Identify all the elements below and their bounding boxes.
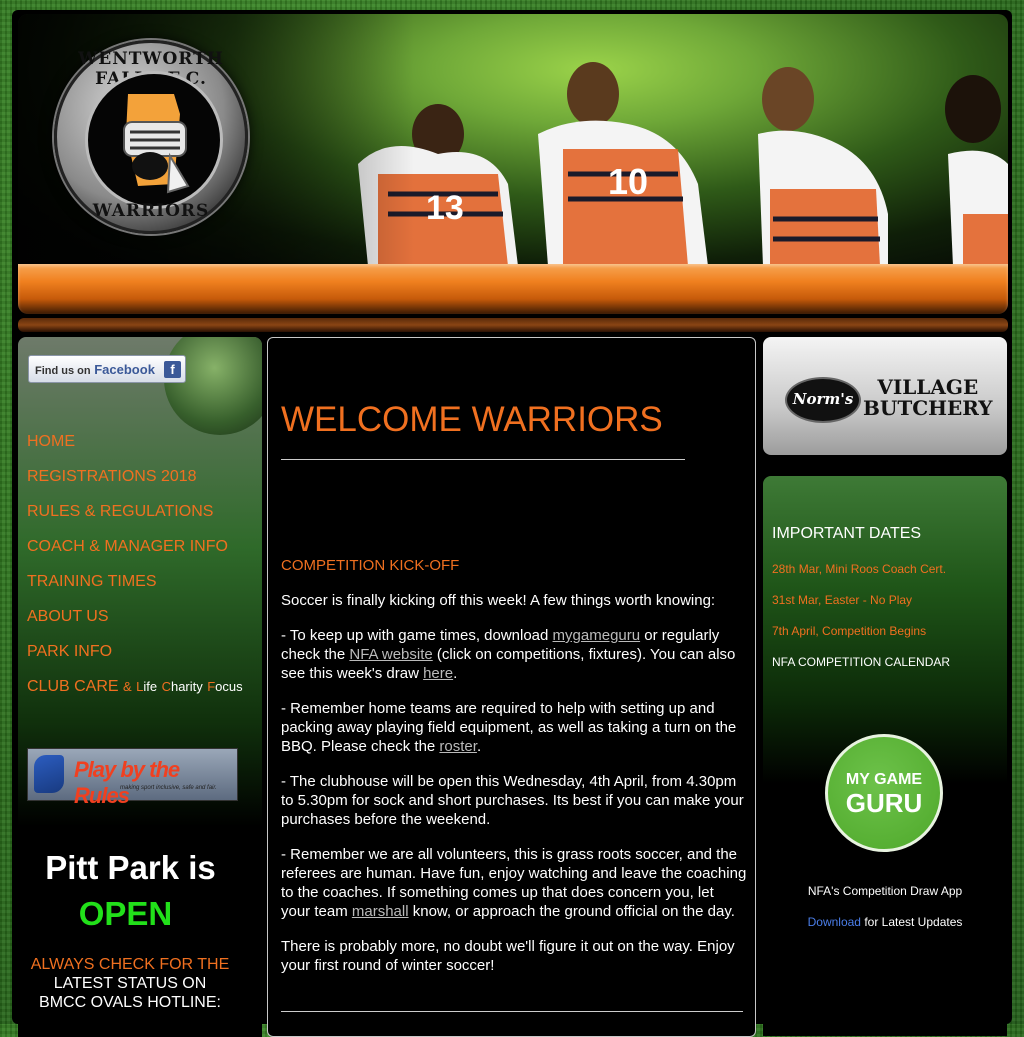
club-care-f: F [207,679,216,694]
play-by-the-rules-banner[interactable]: Play by the Rules making sport inclusive… [27,748,238,808]
nav-about[interactable]: ABOUT US [27,606,243,641]
club-care-c: C [161,679,171,694]
logo-inner [85,71,223,209]
app-description: NFA's Competition Draw App [807,884,963,898]
roster-link[interactable]: roster [439,738,477,755]
p3-text-b: . [476,738,482,755]
header-banner: 13 10 WENTWORTH FALLS F.C. [18,14,1008,266]
hotline-line-3: BMCC OVALS HOTLINE: [39,994,221,1011]
download-line: Download for Latest Updates [763,915,1007,929]
mygameguru-link[interactable]: mygameguru [553,627,641,644]
content-bottom-divider [281,1011,743,1012]
village-butchery-text: VILLAGE BUTCHERY [863,377,993,419]
sponsor-village: VILLAGE [877,375,979,399]
header-brown-bar [18,318,1008,332]
nav-coach-manager[interactable]: COACH & MANAGER INFO [27,536,243,571]
hotline-line-2: LATEST STATUS ON [53,975,207,992]
p5-text-b: know, or approach the ground official on… [408,903,735,920]
important-dates-panel: IMPORTANT DATES 28th Mar, Mini Roos Coac… [763,476,1007,1036]
nav-training[interactable]: TRAINING TIMES [27,571,243,606]
date-item[interactable]: 7th April, Competition Begins [772,624,926,638]
my-game-guru-logo[interactable]: MY GAME GURU [825,734,943,852]
main-content: WELCOME WARRIORS COMPETITION KICK-OFF So… [267,337,756,1037]
knight-helmet-icon [123,94,190,194]
draw-here-link[interactable]: here [423,665,453,682]
p3-text-a: - Remember home teams are required to he… [281,700,737,755]
header-orange-bar [18,264,1008,314]
nav-club-care[interactable]: CLUB CARE & Life Charity Focus [27,676,243,711]
club-care-amp: & [123,679,132,694]
important-dates-title: IMPORTANT DATES [772,525,922,542]
p2-text-d: . [453,665,458,682]
soccer-ball-icon [164,337,262,435]
club-care-harity: harity [170,679,203,694]
paragraph-clubhouse: - The clubhouse will be open this Wednes… [281,773,744,828]
club-care-ife: ife [143,679,158,694]
marshall-link[interactable]: marshall [352,903,409,920]
nfa-calendar-link[interactable]: NFA COMPETITION CALENDAR [772,655,950,669]
facebook-brand-text: Facebook [94,362,155,377]
left-sidebar: Find us on Facebook f HOME REGISTRATIONS… [18,337,262,1037]
paragraph-closing: There is probably more, no doubt we'll f… [281,938,735,974]
facebook-icon: f [164,361,181,378]
p2-text-a: - To keep up with game times, download [281,627,553,644]
guru-line-2: GURU [845,788,923,818]
nfa-website-link[interactable]: NFA website [349,646,432,663]
sponsor-butchery: BUTCHERY [863,396,993,420]
facebook-button[interactable]: Find us on Facebook f [28,355,186,383]
hotline-line-1: ALWAYS CHECK FOR THE [30,956,230,973]
nav-registrations[interactable]: REGISTRATIONS 2018 [27,466,243,501]
paragraph-intro: Soccer is finally kicking off this week!… [281,592,716,609]
pitt-park-status: Pitt Park is [45,849,216,886]
download-rest: for Latest Updates [860,915,963,929]
runner-figure-icon [34,755,64,793]
club-care-main: CLUB CARE [27,678,119,695]
paragraph-home-teams: - Remember home teams are required to he… [281,699,747,756]
article-body: COMPETITION KICK-OFF Soccer is finally k… [281,556,747,991]
play-banner-tagline: making sport inclusive, safe and fair. [120,785,217,791]
hotline-notice: ALWAYS CHECK FOR THE LATEST STATUS ON BM… [26,955,234,1012]
guru-line-1: MY GAME [845,771,923,788]
article-heading: COMPETITION KICK-OFF [281,557,460,574]
paragraph-volunteers: - Remember we are all volunteers, this i… [281,845,747,921]
norms-logo: Norm's [785,377,861,423]
play-banner-title: Play by the Rules [74,757,180,808]
facebook-find-text: Find us on [35,365,91,377]
logo-bottom-text: WARRIORS [92,201,210,221]
club-logo[interactable]: WENTWORTH FALLS F.C. WARRIORS [54,40,248,234]
sponsor-banner[interactable]: Norm's VILLAGE BUTCHERY [763,337,1007,455]
date-item[interactable]: 31st Mar, Easter - No Play [772,593,912,607]
download-link[interactable]: Download [808,915,861,929]
nav-park-info[interactable]: PARK INFO [27,641,243,676]
date-item[interactable]: 28th Mar, Mini Roos Coach Cert. [772,562,946,576]
park-open-badge: OPEN [78,895,173,932]
club-care-ocus: ocus [215,679,243,694]
nav-rules[interactable]: RULES & REGULATIONS [27,501,243,536]
nav-home[interactable]: HOME [27,431,243,466]
title-divider [281,459,685,460]
paragraph-game-times: - To keep up with game times, download m… [281,626,747,683]
page-title: WELCOME WARRIORS [281,400,663,439]
main-nav: HOME REGISTRATIONS 2018 RULES & REGULATI… [27,431,243,711]
